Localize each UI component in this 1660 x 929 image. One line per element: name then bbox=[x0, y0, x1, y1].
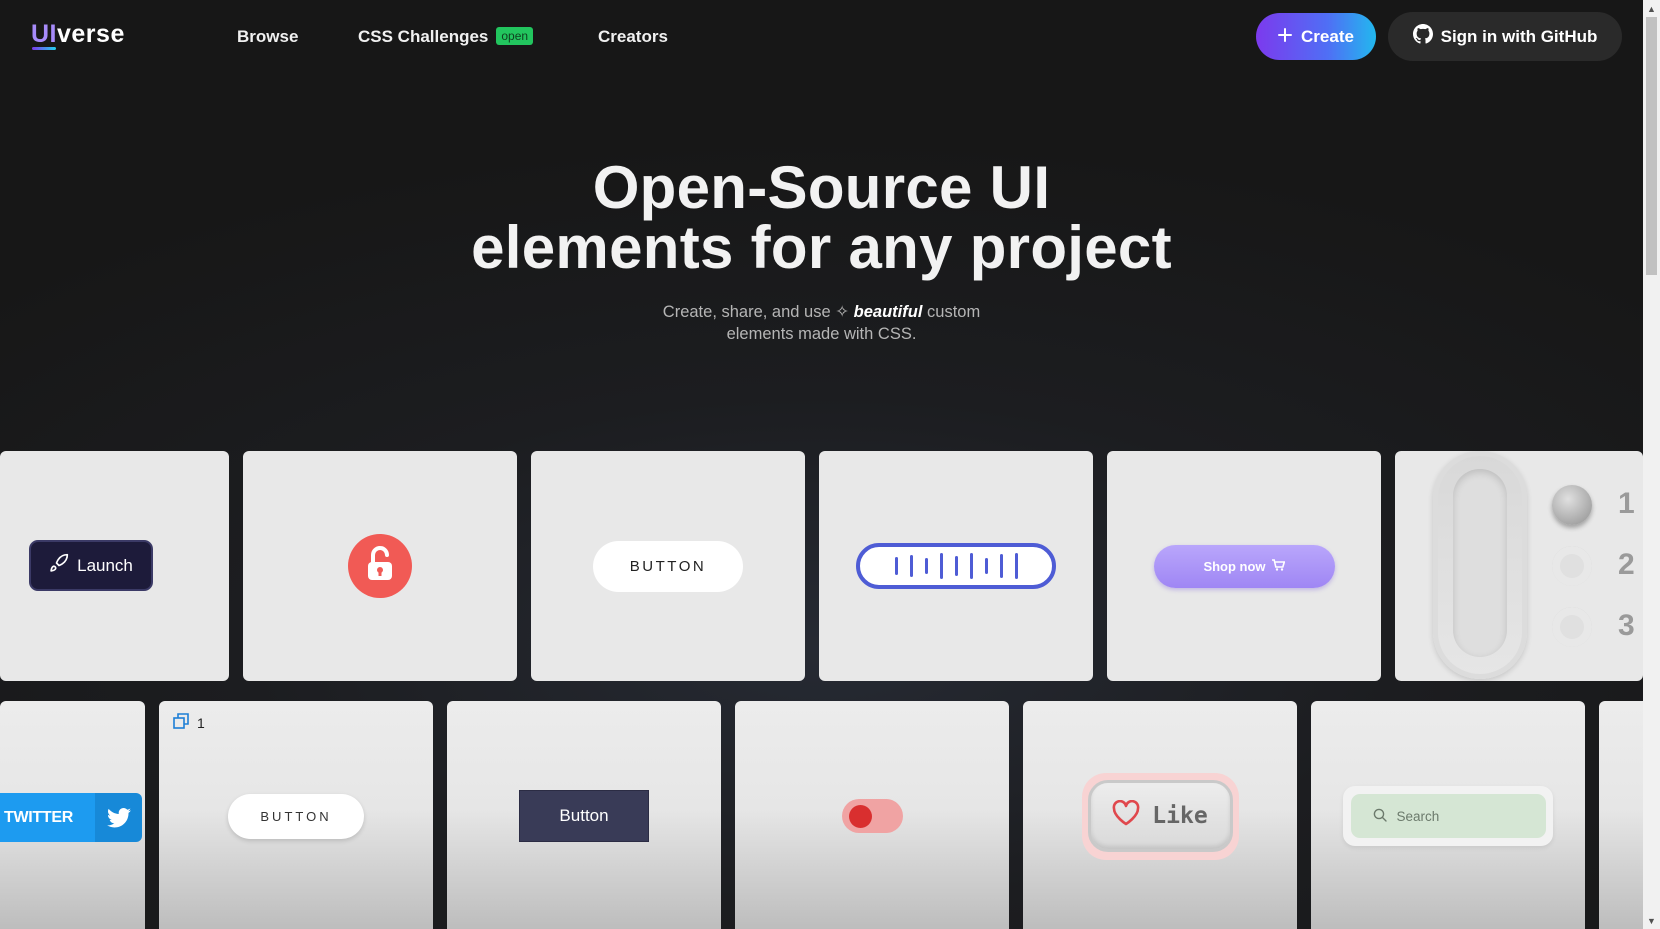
slider-inner-track bbox=[1453, 469, 1507, 657]
knob-number-3: 3 bbox=[1618, 609, 1635, 642]
rocket-icon bbox=[49, 553, 69, 578]
hero-sub-after: custom bbox=[927, 303, 981, 321]
launch-label: Launch bbox=[77, 555, 133, 575]
card-toggle[interactable] bbox=[735, 701, 1009, 929]
card-twitter[interactable]: TWITTER bbox=[0, 701, 145, 929]
card-partial[interactable] bbox=[1599, 701, 1643, 929]
top-navbar: UIverse Browse CSS Challenges open Creato… bbox=[0, 0, 1643, 74]
scroll-down-arrow-icon[interactable]: ▼ bbox=[1643, 912, 1660, 929]
nav-css-challenges[interactable]: CSS Challenges open bbox=[358, 27, 534, 47]
card-dark-button-center: Button bbox=[447, 701, 721, 929]
create-button[interactable]: Create bbox=[1256, 13, 1376, 60]
twitter-label: TWITTER bbox=[0, 793, 95, 842]
github-label: Sign in with GitHub bbox=[1440, 26, 1598, 46]
nav-css-challenges-label: CSS Challenges bbox=[358, 27, 489, 46]
github-icon bbox=[1412, 24, 1433, 49]
card-wave-center bbox=[819, 451, 1093, 681]
card-dark-button[interactable]: Button bbox=[447, 701, 721, 929]
card-wave[interactable] bbox=[819, 451, 1093, 681]
card-slider-knobs[interactable]: 1 2 3 bbox=[1395, 451, 1643, 681]
wave-bar bbox=[909, 555, 913, 577]
nav-creators[interactable]: Creators bbox=[598, 27, 668, 47]
hero-sub-before: Create, share, and use bbox=[662, 303, 831, 321]
scroll-up-arrow-icon[interactable]: ▲ bbox=[1643, 0, 1660, 17]
shop-now-button[interactable]: Shop now bbox=[1153, 544, 1335, 588]
white-pill-button[interactable]: BUTTON bbox=[593, 540, 743, 592]
plus-icon bbox=[1278, 27, 1293, 47]
search-input[interactable]: Search bbox=[1350, 794, 1546, 838]
page-scrollbar[interactable]: ▲ ▼ bbox=[1643, 0, 1660, 929]
wave-bar bbox=[924, 558, 928, 574]
hero-title-line1: Open-Source UI bbox=[592, 154, 1051, 221]
search-icon bbox=[1373, 808, 1387, 825]
wave-bar bbox=[1014, 553, 1018, 579]
card-button-white[interactable]: BUTTON bbox=[531, 451, 805, 681]
lock-toggle[interactable] bbox=[348, 534, 412, 598]
card-lock[interactable] bbox=[243, 451, 517, 681]
unlock-icon bbox=[365, 545, 395, 587]
search-placeholder: Search bbox=[1396, 808, 1440, 824]
wave-bar bbox=[969, 553, 973, 579]
wave-bar bbox=[954, 556, 958, 576]
sparkle-icon: ✧ bbox=[835, 303, 850, 321]
card-shop[interactable]: Shop now bbox=[1107, 451, 1381, 681]
hero-subtitle: Create, share, and use ✧ beautiful custo… bbox=[0, 301, 1643, 345]
sign-in-github-button[interactable]: Sign in with GitHub bbox=[1388, 12, 1622, 61]
like-button-wrapper: Like bbox=[1081, 772, 1239, 860]
knob-number-1: 1 bbox=[1618, 487, 1635, 520]
card-launch[interactable]: Launch bbox=[0, 451, 229, 681]
wave-bar bbox=[939, 553, 943, 579]
vertical-slider[interactable] bbox=[1433, 451, 1527, 679]
scrollbar-thumb[interactable] bbox=[1646, 17, 1657, 275]
card-like[interactable]: Like bbox=[1023, 701, 1297, 929]
card-like-center: Like bbox=[1023, 701, 1297, 929]
card-button-copy[interactable]: 1 BUTTON bbox=[159, 701, 433, 929]
shop-label: Shop now bbox=[1203, 558, 1266, 574]
white-shadow-button[interactable]: BUTTON bbox=[228, 793, 364, 839]
red-toggle-switch[interactable] bbox=[841, 799, 903, 833]
logo-ui: UI bbox=[31, 20, 57, 48]
wave-bar bbox=[984, 558, 988, 574]
open-badge: open bbox=[496, 27, 534, 45]
card-button-white-center: BUTTON bbox=[531, 451, 805, 681]
hero-sub-em: beautiful bbox=[853, 303, 923, 321]
like-button[interactable]: Like bbox=[1087, 780, 1233, 852]
page: UIverse Browse CSS Challenges open Creato… bbox=[0, 0, 1643, 929]
hero-sub-line2: elements made with CSS. bbox=[726, 325, 917, 343]
card-button-copy-center: BUTTON bbox=[159, 701, 433, 929]
hero-title-line2: elements for any project bbox=[471, 214, 1172, 281]
launch-button[interactable]: Launch bbox=[29, 540, 153, 591]
card-toggle-center bbox=[735, 701, 1009, 929]
wave-bar bbox=[894, 557, 898, 575]
search-wrapper: Search bbox=[1343, 786, 1553, 846]
knob-3[interactable] bbox=[1552, 607, 1592, 647]
twitter-button[interactable]: TWITTER bbox=[0, 793, 142, 842]
uiverse-logo[interactable]: UIverse bbox=[31, 20, 125, 49]
hero-title: Open-Source UI elements for any project bbox=[0, 158, 1643, 278]
dark-square-button[interactable]: Button bbox=[519, 790, 649, 842]
nav-browse[interactable]: Browse bbox=[237, 27, 298, 47]
wave-bar bbox=[999, 554, 1003, 578]
waveform-loader bbox=[856, 543, 1056, 589]
knob-2[interactable] bbox=[1552, 546, 1592, 586]
like-label: Like bbox=[1152, 803, 1208, 829]
knob-number-2: 2 bbox=[1618, 548, 1635, 581]
twitter-icon bbox=[95, 793, 142, 842]
create-label: Create bbox=[1301, 26, 1354, 46]
card-shop-center: Shop now bbox=[1107, 451, 1381, 681]
card-search-center: Search bbox=[1311, 701, 1585, 929]
cart-icon bbox=[1271, 558, 1285, 574]
card-lock-center bbox=[243, 451, 517, 681]
logo-text: verse bbox=[57, 20, 125, 48]
card-search[interactable]: Search bbox=[1311, 701, 1585, 929]
heart-icon bbox=[1112, 799, 1140, 832]
knob-1-active[interactable] bbox=[1552, 485, 1592, 525]
